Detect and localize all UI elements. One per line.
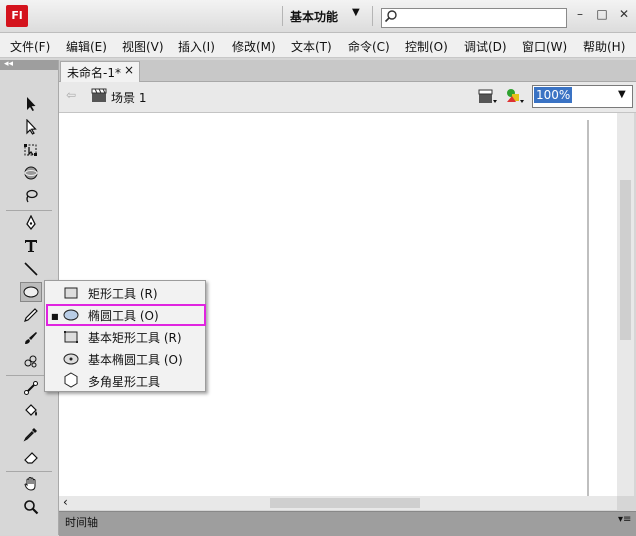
hollow-arrow-icon bbox=[26, 119, 37, 135]
rectangle-icon bbox=[64, 287, 78, 299]
pencil-tool[interactable] bbox=[20, 305, 42, 325]
zoom-tool[interactable] bbox=[20, 497, 42, 517]
menu-file[interactable]: 文件(F) bbox=[10, 38, 50, 55]
edit-scene-icon[interactable] bbox=[477, 86, 499, 106]
arrow-icon bbox=[27, 97, 36, 111]
flyout-item-label: 矩形工具 (R) bbox=[88, 287, 158, 301]
menu-control[interactable]: 控制(O) bbox=[405, 38, 448, 55]
line-icon bbox=[24, 262, 38, 276]
panel-menu-icon[interactable]: ▾≡ bbox=[618, 514, 631, 525]
back-arrow-icon[interactable]: ⇦ bbox=[66, 88, 76, 102]
scroll-left-icon[interactable]: ‹ bbox=[63, 495, 68, 509]
eyedropper-tool[interactable] bbox=[20, 424, 42, 444]
search-icon bbox=[384, 10, 397, 23]
oval-icon bbox=[23, 286, 39, 298]
primitive-rectangle-icon bbox=[64, 331, 78, 343]
collapse-panel-icon[interactable]: ◂◂ bbox=[4, 59, 13, 69]
line-tool[interactable] bbox=[20, 259, 42, 279]
brush-tool[interactable] bbox=[20, 328, 42, 348]
vertical-scroll-thumb[interactable] bbox=[620, 180, 631, 340]
polystar-icon bbox=[64, 372, 78, 388]
menu-help[interactable]: 帮助(H) bbox=[583, 38, 625, 55]
minimize-button[interactable]: – bbox=[572, 7, 588, 21]
tool-separator bbox=[6, 210, 52, 211]
menu-view[interactable]: 视图(V) bbox=[122, 38, 164, 55]
flash-logo: Fl bbox=[6, 5, 28, 27]
edit-symbol-icon[interactable] bbox=[504, 86, 526, 106]
document-tab-label: 未命名-1* bbox=[67, 66, 121, 80]
zoom-dropdown-icon[interactable]: ▼ bbox=[618, 89, 626, 100]
transform-icon bbox=[24, 144, 37, 156]
eraser-tool[interactable] bbox=[20, 447, 42, 467]
bone-tool[interactable] bbox=[20, 378, 42, 398]
maximize-button[interactable]: □ bbox=[594, 7, 610, 21]
menu-text[interactable]: 文本(T) bbox=[291, 38, 332, 55]
free-transform-tool[interactable] bbox=[20, 140, 42, 160]
magnifier-icon bbox=[24, 500, 39, 515]
selection-tool[interactable] bbox=[20, 94, 42, 114]
menu-insert[interactable]: 插入(I) bbox=[178, 38, 215, 55]
menu-edit[interactable]: 编辑(E) bbox=[66, 38, 107, 55]
selection-highlight bbox=[46, 304, 206, 326]
paint-bucket-icon bbox=[25, 404, 37, 416]
horizontal-scroll-thumb[interactable] bbox=[270, 498, 420, 508]
menu-modify[interactable]: 修改(M) bbox=[232, 38, 276, 55]
timeline-label[interactable]: 时间轴 bbox=[65, 514, 98, 530]
eraser-icon bbox=[24, 452, 38, 464]
eyedropper-icon bbox=[23, 428, 37, 442]
oval-tool[interactable] bbox=[20, 282, 42, 302]
workspace-switcher[interactable]: 基本功能 bbox=[290, 8, 338, 25]
workspace-dropdown-icon[interactable]: ▼ bbox=[352, 7, 360, 18]
bone-icon bbox=[24, 381, 38, 395]
tool-separator bbox=[6, 471, 52, 472]
3d-rotation-tool[interactable] bbox=[20, 163, 42, 183]
primitive-oval-icon bbox=[63, 353, 79, 365]
close-window-button[interactable]: ✕ bbox=[616, 7, 632, 21]
menu-window[interactable]: 窗口(W) bbox=[522, 38, 567, 55]
search-input[interactable] bbox=[381, 8, 567, 28]
subselection-tool[interactable] bbox=[20, 117, 42, 137]
timeline-panel[interactable] bbox=[59, 511, 636, 536]
close-tab-icon[interactable]: × bbox=[124, 63, 134, 77]
flyout-item-label: 基本矩形工具 (R) bbox=[88, 331, 182, 345]
globe-icon bbox=[24, 166, 38, 180]
hand-icon bbox=[24, 476, 36, 491]
title-separator bbox=[372, 6, 373, 26]
lasso-tool[interactable] bbox=[20, 186, 42, 206]
title-separator bbox=[282, 6, 283, 26]
text-icon bbox=[25, 240, 37, 252]
pencil-icon bbox=[24, 308, 38, 322]
lasso-icon bbox=[26, 189, 38, 203]
text-tool[interactable] bbox=[20, 236, 42, 256]
clapperboard-icon bbox=[91, 88, 107, 102]
document-tab-bar bbox=[59, 60, 636, 82]
pen-icon bbox=[26, 215, 36, 231]
flyout-item-label: 多角星形工具 bbox=[88, 375, 161, 389]
pen-tool[interactable] bbox=[20, 213, 42, 233]
deco-tool[interactable] bbox=[20, 351, 42, 371]
scene-label: 场景 1 bbox=[111, 91, 147, 105]
zoom-value[interactable]: 100% bbox=[534, 87, 573, 103]
hand-tool[interactable] bbox=[20, 474, 42, 494]
brush-icon bbox=[25, 332, 37, 344]
menu-commands[interactable]: 命令(C) bbox=[348, 38, 390, 55]
menu-debug[interactable]: 调试(D) bbox=[464, 38, 507, 55]
deco-icon bbox=[24, 355, 37, 368]
flyout-item-label: 基本椭圆工具 (O) bbox=[88, 353, 183, 367]
paint-bucket-tool[interactable] bbox=[20, 401, 42, 421]
